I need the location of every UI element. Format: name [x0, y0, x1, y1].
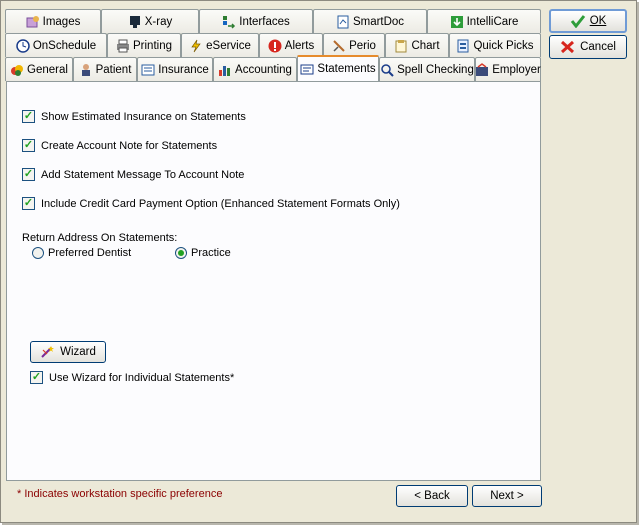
tab-interfaces[interactable]: Interfaces [199, 9, 313, 33]
employer-icon [475, 62, 489, 77]
option-show-estimated[interactable]: ✓ Show Estimated Insurance on Statements [22, 110, 246, 123]
tab-images[interactable]: Images [5, 9, 101, 33]
checkbox-use-wizard[interactable]: ✓ [30, 371, 43, 384]
tab-row-3: General Patient Insurance Accounting Sta… [5, 55, 541, 81]
tab-smartdoc[interactable]: SmartDoc [313, 9, 427, 33]
tab-label: Images [42, 15, 81, 28]
quickpicks-icon [456, 39, 470, 53]
tab-chart[interactable]: Chart [385, 33, 449, 57]
tab-label: Accounting [235, 63, 292, 76]
tab-intellicare[interactable]: IntelliCare [427, 9, 541, 33]
radio-button[interactable] [32, 247, 44, 259]
option-credit-card[interactable]: ✓ Include Credit Card Payment Option (En… [22, 197, 400, 210]
radio-preferred-dentist[interactable]: Preferred Dentist [32, 247, 131, 259]
perio-icon [332, 39, 346, 53]
statements-panel: ✓ Show Estimated Insurance on Statements… [6, 81, 541, 481]
insurance-icon [141, 63, 155, 77]
return-address-label: Return Address On Statements: [22, 232, 178, 244]
tab-label: OnSchedule [32, 39, 97, 52]
tab-label: Statements [317, 63, 376, 75]
checkbox-add-message[interactable]: ✓ [22, 168, 35, 181]
alert-icon [268, 39, 282, 53]
printer-icon [116, 39, 130, 53]
wizard-wand-icon [40, 345, 55, 359]
spellcheck-icon [380, 63, 394, 77]
next-button[interactable]: Next > [472, 485, 542, 507]
tab-label: General [27, 63, 68, 76]
tab-label: Spell Checking [397, 63, 474, 76]
radio-label: Preferred Dentist [48, 247, 132, 259]
tab-insurance[interactable]: Insurance [137, 57, 213, 81]
radio-label: Practice [191, 247, 231, 259]
tab-label: SmartDoc [352, 15, 405, 28]
tab-patient[interactable]: Patient [73, 57, 137, 81]
preferences-dialog: Images X-ray Interfaces SmartDoc Intelli… [0, 0, 637, 523]
tab-employer[interactable]: Employer [475, 57, 541, 81]
ok-button[interactable]: OK [549, 9, 627, 33]
cancel-button[interactable]: Cancel [549, 35, 627, 59]
general-icon [10, 63, 24, 77]
tab-xray[interactable]: X-ray [101, 9, 199, 33]
option-add-message[interactable]: ✓ Add Statement Message To Account Note [22, 168, 244, 181]
back-button[interactable]: < Back [396, 485, 468, 507]
accounting-icon [218, 63, 232, 77]
tab-label: Interfaces [239, 15, 290, 28]
xray-icon [128, 15, 142, 29]
intellicare-icon [450, 15, 464, 29]
patient-icon [79, 63, 93, 77]
tab-alerts[interactable]: Alerts [259, 33, 323, 57]
tab-spell-checking[interactable]: Spell Checking [379, 57, 475, 81]
tab-label: Insurance [158, 63, 209, 76]
checkbox-create-note[interactable]: ✓ [22, 139, 35, 152]
option-label: Include Credit Card Payment Option (Enha… [41, 197, 400, 210]
tab-row-2: OnSchedule Printing eService Alerts Peri… [5, 33, 541, 57]
tab-perio[interactable]: Perio [323, 33, 385, 57]
checkbox-show-estimated[interactable]: ✓ [22, 110, 35, 123]
tab-eservice[interactable]: eService [181, 33, 259, 57]
tab-printing[interactable]: Printing [107, 33, 181, 57]
tab-label: IntelliCare [466, 15, 519, 28]
tab-row-1: Images X-ray Interfaces SmartDoc Intelli… [5, 9, 541, 33]
tab-general[interactable]: General [5, 57, 73, 81]
tab-label: X-ray [144, 15, 173, 28]
option-label: Add Statement Message To Account Note [41, 168, 245, 181]
tab-label: Printing [133, 39, 172, 52]
ok-button-label: OK [589, 15, 607, 27]
tab-label: Chart [411, 39, 440, 52]
smartdoc-icon [336, 15, 350, 29]
tab-accounting[interactable]: Accounting [213, 57, 297, 81]
checkmark-icon [570, 14, 585, 29]
interfaces-icon [222, 15, 236, 29]
tab-onschedule[interactable]: OnSchedule [5, 33, 107, 57]
tab-label: Alerts [284, 39, 315, 52]
option-label: Create Account Note for Statements [41, 139, 218, 152]
option-label: Use Wizard for Individual Statements* [49, 371, 235, 384]
option-use-wizard[interactable]: ✓ Use Wizard for Individual Statements* [30, 371, 234, 384]
clock-icon [16, 38, 30, 53]
chart-icon [394, 39, 408, 53]
tab-quick-picks[interactable]: Quick Picks [449, 33, 541, 57]
wizard-button-label: Wizard [60, 346, 96, 358]
images-icon [26, 15, 40, 29]
checkbox-credit-card[interactable]: ✓ [22, 197, 35, 210]
lightning-icon [189, 39, 203, 53]
tab-statements[interactable]: Statements [297, 55, 379, 81]
tab-label: Quick Picks [473, 39, 534, 52]
x-icon [560, 40, 575, 54]
statements-icon [300, 62, 314, 76]
radio-button[interactable] [175, 247, 187, 259]
tab-label: eService [206, 39, 251, 52]
radio-selected-dot [178, 250, 184, 256]
option-create-note[interactable]: ✓ Create Account Note for Statements [22, 139, 217, 152]
tab-label: Perio [349, 39, 376, 52]
tab-label: Patient [95, 63, 132, 76]
wizard-button[interactable]: Wizard [30, 341, 106, 363]
option-label: Show Estimated Insurance on Statements [41, 110, 246, 123]
cancel-button-label: Cancel [580, 41, 616, 53]
tab-label: Employer [492, 63, 541, 76]
radio-practice[interactable]: Practice [175, 247, 231, 259]
footnote: * Indicates workstation specific prefere… [17, 488, 223, 500]
